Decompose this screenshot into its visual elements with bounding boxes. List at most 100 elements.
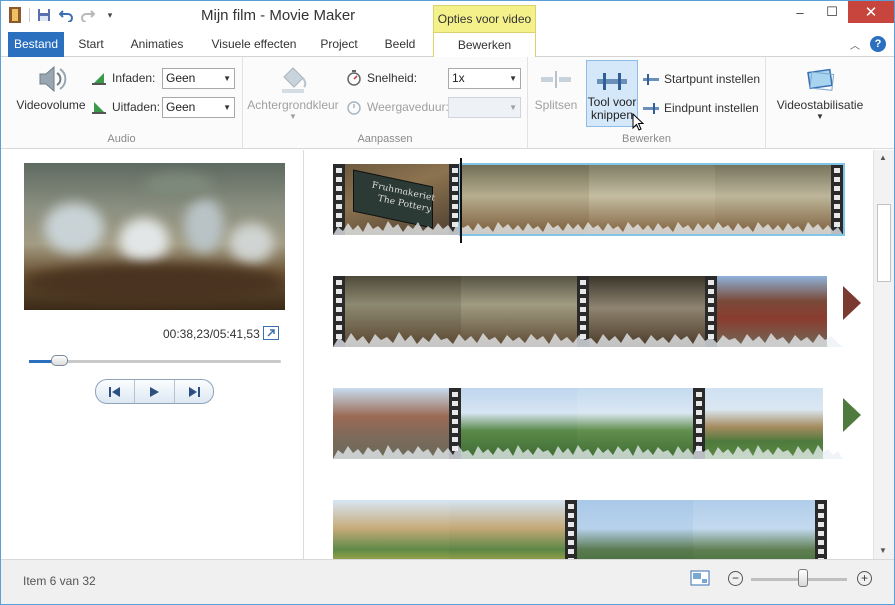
movie-maker-window: ▾ Mijn film - Movie Maker Opties voor vi… [0,0,895,605]
tool-voor-knippen-label-line2: knippen [590,108,634,122]
split-icon [539,63,573,95]
clip-transition-arrow [843,286,861,320]
next-frame-button[interactable] [175,380,213,403]
preview-pane: 00:38,23/05:41,53 [1,150,304,559]
zoom-out-button[interactable]: − [728,571,743,586]
infaden-label: Infaden: [112,71,156,85]
paint-bucket-icon [276,63,310,95]
snelheid-value: 1x [452,71,465,85]
clip-frame[interactable] [693,500,815,559]
infaden-dropdown[interactable]: Geen ▼ [162,68,235,89]
achtergrondkleur-button[interactable]: Achtergrondkleur ▼ [245,63,341,121]
play-button[interactable] [135,380,175,403]
chevron-down-icon: ▼ [223,103,231,112]
play-icon [150,386,160,397]
clip-frame[interactable] [333,500,449,559]
snelheid-label-row: Snelheid: [346,70,417,86]
weergaveduur-label-row: Weergaveduur: [346,99,449,115]
ribbon-controls: ︿ ? [850,36,886,52]
videostabilisatie-label: Videostabilisatie [776,98,864,112]
tab-beeld[interactable]: Beeld [379,32,421,57]
playhead[interactable] [460,158,462,243]
undo-icon[interactable] [58,7,74,23]
zoom-in-button[interactable]: + [857,571,872,586]
expand-preview-icon[interactable] [263,326,279,340]
clip-frame[interactable] [449,500,565,559]
uitfaden-value: Geen [166,100,196,114]
scroll-down-icon[interactable]: ▼ [879,546,887,555]
stopwatch-icon [346,70,362,86]
group-label-aanpassen: Aanpassen [357,133,413,145]
startpunt-instellen-button[interactable]: Startpunt instellen [643,71,760,87]
group-videostabilisatie: Videostabilisatie ▼ [766,57,874,149]
collapse-ribbon-icon[interactable]: ︿ [850,37,860,52]
weergaveduur-dropdown[interactable]: ▼ [448,97,521,118]
thumbnail-size-icon[interactable] [690,570,710,589]
fade-in-icon [91,70,107,86]
previous-frame-icon [109,386,121,397]
film-sprocket [565,500,577,559]
maximize-button[interactable]: ☐ [816,1,848,23]
clip-frame[interactable] [577,500,693,559]
tab-start[interactable]: Start [73,32,109,57]
set-end-icon [643,100,659,116]
videovolume-label: Videovolume [16,98,86,112]
chevron-down-icon: ▼ [289,112,297,121]
tab-project[interactable]: Project [314,32,364,57]
chevron-down-icon: ▼ [816,112,824,121]
seek-thumb[interactable] [51,355,69,366]
save-icon[interactable] [36,7,52,23]
stabilization-icon [803,63,837,95]
video-preview[interactable] [24,163,285,310]
close-button[interactable]: ✕ [848,1,894,23]
achtergrondkleur-label: Achtergrondkleur [247,98,339,112]
group-audio: Videovolume Infaden: Geen ▼ Uitfaden: Ge… [1,57,243,149]
infaden-value: Geen [166,71,196,85]
chevron-down-icon: ▼ [509,74,517,83]
eindpunt-label: Eindpunt instellen [664,101,759,115]
toolbar-divider [29,8,30,22]
clip-transition-arrow [843,398,861,432]
splitsen-label: Splitsen [534,98,578,112]
help-icon[interactable]: ? [870,36,886,52]
tab-bestand[interactable]: Bestand [8,32,64,57]
tab-visuele-effecten[interactable]: Visuele effecten [205,32,303,57]
window-title: Mijn film - Movie Maker [201,7,356,24]
customize-toolbar-icon[interactable]: ▾ [102,7,118,23]
infaden-label-row: Infaden: [91,70,155,86]
snelheid-dropdown[interactable]: 1x ▼ [448,68,521,89]
storyboard-row [333,276,843,347]
status-bar: Item 6 van 32 − + [1,559,894,604]
scroll-up-icon[interactable]: ▲ [879,153,887,162]
videostabilisatie-button[interactable]: Videostabilisatie ▼ [770,63,870,121]
uitfaden-label-row: Uitfaden: [91,99,160,115]
audio-waveform [333,332,843,347]
tab-bewerken[interactable]: Bewerken [433,32,536,58]
fade-out-icon [91,99,107,115]
storyboard: Fruhmakeriet The Pottery [305,150,873,559]
previous-frame-button[interactable] [96,380,136,403]
zoom-thumb[interactable] [798,569,808,587]
timecode: 00:38,23/05:41,53 [163,327,260,341]
videovolume-button[interactable]: Videovolume [15,63,87,112]
scroll-thumb[interactable] [877,204,891,282]
minimize-button[interactable]: – [784,1,816,23]
mouse-cursor-icon [632,112,645,134]
redo-icon[interactable] [80,7,96,23]
ribbon-tabs: Bestand Start Animaties Visuele effecten… [1,32,894,58]
storyboard-scrollbar[interactable]: ▲ ▼ [873,150,894,559]
tool-voor-knippen-button[interactable]: Tool voor knippen [586,60,638,127]
context-tab-header: Opties voor video [433,5,536,32]
eindpunt-instellen-button[interactable]: Eindpunt instellen [643,100,759,116]
item-counter: Item 6 van 32 [23,574,96,588]
speaker-icon [34,63,68,95]
group-label-bewerken: Bewerken [622,133,671,145]
tab-animaties[interactable]: Animaties [125,32,189,57]
seek-bar[interactable] [29,355,281,366]
quick-access-toolbar: ▾ [7,7,118,23]
splitsen-button[interactable]: Splitsen [530,63,582,112]
app-icon[interactable] [7,7,23,23]
group-aanpassen: Achtergrondkleur ▼ Snelheid: 1x ▼ Weerga… [243,57,528,149]
uitfaden-label: Uitfaden: [112,100,161,114]
uitfaden-dropdown[interactable]: Geen ▼ [162,97,235,118]
